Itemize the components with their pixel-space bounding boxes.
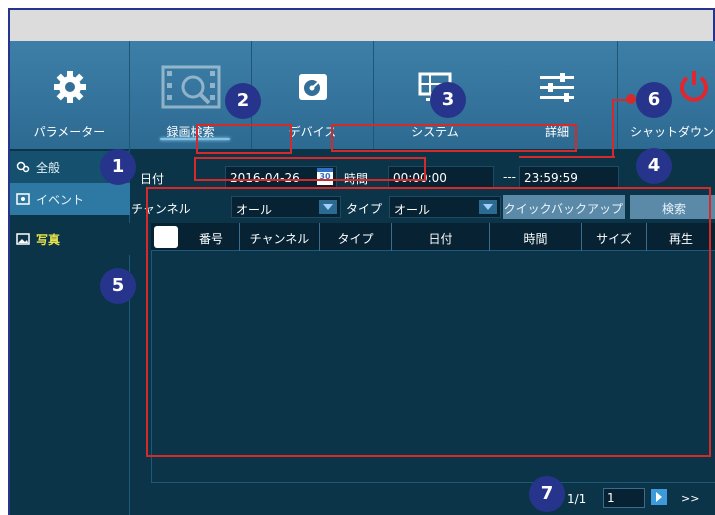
annotation-box-3	[331, 124, 577, 152]
marker-1: 1	[100, 149, 136, 185]
sliders-icon	[496, 69, 618, 105]
marker-3: 3	[430, 82, 466, 118]
page-number-input[interactable]: 1	[603, 488, 645, 508]
page-go-button[interactable]	[651, 489, 667, 505]
sidebar-item-event[interactable]: イベント	[10, 183, 130, 215]
annotation-box-1	[194, 157, 426, 181]
marker-7: 7	[529, 476, 565, 512]
page-info: 1/1	[567, 492, 587, 506]
annotation-box-5	[146, 187, 711, 457]
sidebar: 全般 イベント 写真	[10, 149, 130, 515]
menu-parameters-label: パラメーター	[33, 125, 106, 139]
sidebar-item-label: 全般	[36, 160, 61, 175]
annotation-dot-6	[626, 94, 636, 104]
marker-4: 4	[636, 148, 672, 184]
next-page-button[interactable]: >>	[681, 492, 699, 505]
marker-2: 2	[225, 83, 261, 119]
menu-parameters[interactable]: パラメーター	[10, 41, 130, 149]
end-time-field[interactable]: 23:59:59	[519, 166, 619, 188]
menu-shutdown-label: シャットダウン	[630, 125, 715, 139]
hdd-icon	[252, 69, 373, 105]
annotation-line-4	[519, 156, 615, 158]
date-label: 日付	[140, 172, 165, 186]
event-icon	[16, 193, 30, 205]
time-separator: ---	[503, 170, 516, 184]
marker-6: 6	[636, 82, 672, 118]
sidebar-item-label: イベント	[36, 192, 85, 207]
title-bar	[8, 8, 715, 43]
screenshot-frame: パラメーター 録画検索 デバイス システム 詳細 シャットダウン 全般 イベント…	[0, 0, 715, 515]
sidebar-item-label: 写真	[36, 232, 61, 247]
photo-icon	[16, 233, 30, 245]
search-settings-icon	[16, 161, 30, 173]
marker-5: 5	[100, 268, 136, 304]
sidebar-item-photo[interactable]: 写真	[10, 223, 130, 255]
annotation-line-6-vertical	[612, 99, 614, 157]
annotation-box-2	[196, 124, 292, 154]
gear-icon	[10, 69, 129, 105]
end-time-value: 23:59:59	[524, 171, 578, 185]
page-number-value: 1	[607, 491, 615, 505]
